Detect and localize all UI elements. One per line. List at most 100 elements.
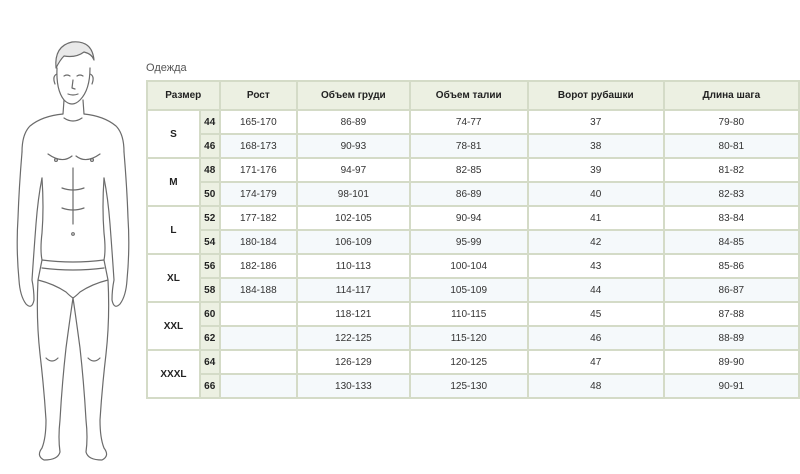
inseam-cell: 90-91 <box>662 373 800 399</box>
collar-cell: 46 <box>526 325 665 351</box>
chest-cell: 130-133 <box>296 373 411 399</box>
height-cell <box>218 373 299 399</box>
size-label-xxl: XXL <box>146 301 201 351</box>
header-collar: Ворот рубашки <box>526 80 665 111</box>
inseam-cell: 83-84 <box>662 205 800 231</box>
collar-cell: 42 <box>526 229 665 255</box>
header-row: Размер Рост Объем груди Объем талии Воро… <box>146 80 800 111</box>
chest-cell: 106-109 <box>296 229 411 255</box>
table-row: S 44 165-170 86-89 74-77 37 79-80 <box>146 109 800 159</box>
table-row: 58 184-188 114-117 105-109 44 86-87 <box>147 277 800 303</box>
table-row: 62 122-125 115-120 46 88-89 <box>147 325 800 351</box>
inseam-cell: 82-83 <box>662 181 800 207</box>
ru-size-cell: 64 <box>198 349 221 375</box>
inseam-cell: 80-81 <box>662 133 800 159</box>
table-caption: Одежда <box>146 62 187 74</box>
collar-cell: 44 <box>526 277 665 303</box>
waist-cell: 95-99 <box>408 229 529 255</box>
waist-cell: 90-94 <box>408 205 529 231</box>
header-size: Размер <box>146 80 221 111</box>
collar-cell: 37 <box>526 109 665 135</box>
chest-cell: 94-97 <box>296 157 411 183</box>
header-height: Рост <box>218 80 299 111</box>
ru-size-cell: 66 <box>198 373 221 399</box>
collar-cell: 41 <box>526 205 665 231</box>
chest-cell: 114-117 <box>296 277 411 303</box>
ru-size-cell: 52 <box>198 205 221 231</box>
waist-cell: 115-120 <box>408 325 529 351</box>
waist-cell: 110-115 <box>408 301 529 327</box>
height-cell <box>218 325 299 351</box>
collar-cell: 48 <box>526 373 665 399</box>
inseam-cell: 86-87 <box>662 277 800 303</box>
ru-size-cell: 58 <box>198 277 221 303</box>
height-cell: 180-184 <box>218 229 299 255</box>
header-waist: Объем талии <box>408 80 529 111</box>
table-row: L 52 177-182 102-105 90-94 41 83-84 <box>146 205 800 255</box>
header-chest: Объем груди <box>296 80 411 111</box>
table-row: 54 180-184 106-109 95-99 42 84-85 <box>147 229 800 255</box>
height-cell: 171-176 <box>218 157 299 183</box>
chest-cell: 122-125 <box>296 325 411 351</box>
ru-size-cell: 50 <box>198 181 221 207</box>
ru-size-cell: 44 <box>198 109 221 135</box>
table-row: 46 168-173 90-93 78-81 38 80-81 <box>147 133 800 159</box>
height-cell: 182-186 <box>218 253 299 279</box>
chest-cell: 98-101 <box>296 181 411 207</box>
collar-cell: 38 <box>526 133 665 159</box>
height-cell <box>218 301 299 327</box>
collar-cell: 40 <box>526 181 665 207</box>
waist-cell: 82-85 <box>408 157 529 183</box>
chest-cell: 86-89 <box>296 109 411 135</box>
size-label-l: L <box>146 205 201 255</box>
chest-cell: 110-113 <box>296 253 411 279</box>
male-body-figure <box>16 41 130 461</box>
inseam-cell: 88-89 <box>662 325 800 351</box>
chest-cell: 102-105 <box>296 205 411 231</box>
collar-cell: 43 <box>526 253 665 279</box>
waist-cell: 74-77 <box>408 109 529 135</box>
height-cell: 184-188 <box>218 277 299 303</box>
size-label-xl: XL <box>146 253 201 303</box>
collar-cell: 47 <box>526 349 665 375</box>
chest-cell: 126-129 <box>296 349 411 375</box>
height-cell: 174-179 <box>218 181 299 207</box>
size-label-xxxl: XXXL <box>146 349 201 399</box>
header-inseam: Длина шага <box>662 80 800 111</box>
height-cell: 168-173 <box>218 133 299 159</box>
waist-cell: 100-104 <box>408 253 529 279</box>
ru-size-cell: 62 <box>198 325 221 351</box>
waist-cell: 105-109 <box>408 277 529 303</box>
table-row: 50 174-179 98-101 86-89 40 82-83 <box>147 181 800 207</box>
inseam-cell: 84-85 <box>662 229 800 255</box>
collar-cell: 45 <box>526 301 665 327</box>
height-cell <box>218 349 299 375</box>
collar-cell: 39 <box>526 157 665 183</box>
chest-cell: 90-93 <box>296 133 411 159</box>
inseam-cell: 79-80 <box>662 109 800 135</box>
inseam-cell: 89-90 <box>662 349 800 375</box>
table-row: XXXL 64 126-129 120-125 47 89-90 <box>146 349 800 399</box>
inseam-cell: 81-82 <box>662 157 800 183</box>
size-chart-table: Размер Рост Объем груди Объем талии Воро… <box>146 80 800 399</box>
waist-cell: 125-130 <box>408 373 529 399</box>
height-cell: 165-170 <box>218 109 299 135</box>
ru-size-cell: 48 <box>198 157 221 183</box>
waist-cell: 86-89 <box>408 181 529 207</box>
height-cell: 177-182 <box>218 205 299 231</box>
table-row: XXL 60 118-121 110-115 45 87-88 <box>146 301 800 351</box>
table-row: 66 130-133 125-130 48 90-91 <box>147 373 800 399</box>
ru-size-cell: 46 <box>198 133 221 159</box>
waist-cell: 78-81 <box>408 133 529 159</box>
ru-size-cell: 54 <box>198 229 221 255</box>
ru-size-cell: 56 <box>198 253 221 279</box>
inseam-cell: 87-88 <box>662 301 800 327</box>
chest-cell: 118-121 <box>296 301 411 327</box>
table-row: M 48 171-176 94-97 82-85 39 81-82 <box>146 157 800 207</box>
size-label-s: S <box>146 109 201 159</box>
table-row: XL 56 182-186 110-113 100-104 43 85-86 <box>146 253 800 303</box>
size-label-m: M <box>146 157 201 207</box>
inseam-cell: 85-86 <box>662 253 800 279</box>
waist-cell: 120-125 <box>408 349 529 375</box>
ru-size-cell: 60 <box>198 301 221 327</box>
